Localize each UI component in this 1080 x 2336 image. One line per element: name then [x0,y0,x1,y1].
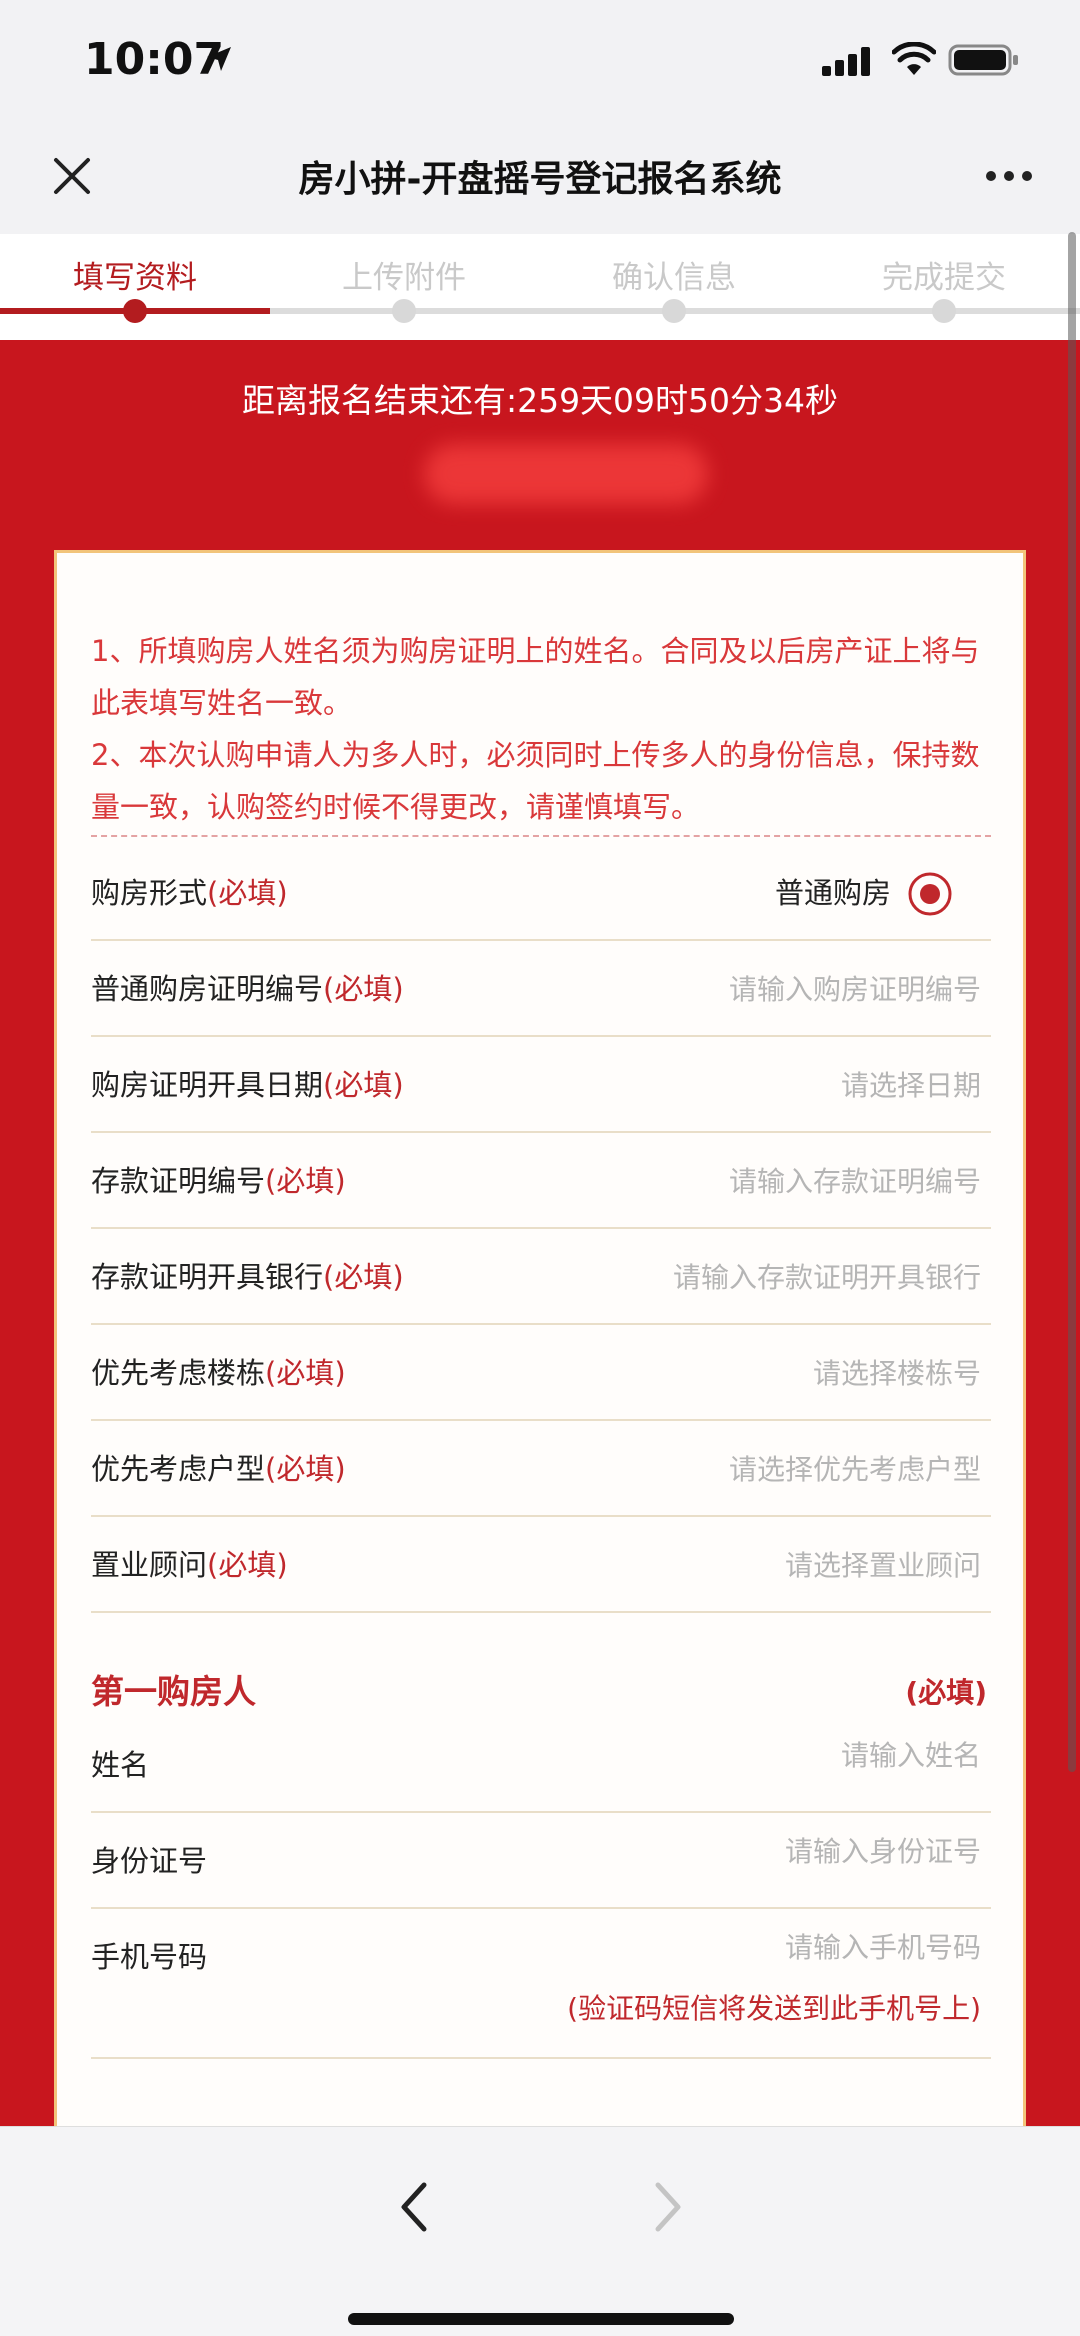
consultant-label: 置业顾问(必填) [91,1548,288,1582]
step-dot-3 [662,299,686,323]
buyer1-id-input[interactable] [541,1813,981,1889]
step-submit: 完成提交 [882,260,1006,296]
buyer1-name-row: 姓名 [91,1717,991,1813]
buyer1-section-title: 第一购房人 [91,1672,256,1711]
buyer1-id-row: 身份证号 [91,1813,991,1909]
radio-selected-icon[interactable] [907,871,953,917]
unit-type-select[interactable] [541,1421,981,1517]
consultant-row: 置业顾问(必填) [91,1517,991,1613]
building-row: 优先考虑楼栋(必填) [91,1325,991,1421]
buyer1-required-mark: (必填) [905,1676,987,1709]
unit-type-label: 优先考虑户型(必填) [91,1452,346,1486]
step-dot-4 [932,299,956,323]
scrollbar[interactable] [1068,232,1076,1772]
purchase-type-row[interactable]: 购房形式(必填) 普通购房 [91,845,991,941]
back-arrow-icon[interactable] [394,2179,434,2235]
consultant-select[interactable] [541,1517,981,1613]
progress-stepper: 填写资料 上传附件 确认信息 完成提交 [0,234,1080,340]
buyer1-phone-row: 手机号码 (验证码短信将发送到此手机号上) [91,1909,991,2059]
deposit-bank-label: 存款证明开具银行(必填) [91,1260,404,1294]
page-title: 房小拼-开盘摇号登记报名系统 [298,159,782,200]
notice-text: 1、所填购房人姓名须为购房证明上的姓名。合同及以后房产证上将与此表填写姓名一致。… [91,625,991,833]
buyer1-id-label: 身份证号 [91,1844,208,1878]
step-dot-1 [123,299,147,323]
step-dot-2 [392,299,416,323]
purchase-type-value: 普通购房 [774,876,891,910]
forward-arrow-icon[interactable] [648,2179,688,2235]
battery-icon [948,44,1018,76]
location-arrow-icon [207,47,231,71]
notice-line-1: 1、所填购房人姓名须为购房证明上的姓名。合同及以后房产证上将与此表填写姓名一致。 [91,634,980,720]
certificate-date-picker[interactable] [541,1037,981,1133]
browser-toolbar [0,2126,1080,2336]
redacted-area [424,444,708,504]
deposit-bank-input[interactable] [541,1229,981,1325]
nav-bar: 房小拼-开盘摇号登记报名系统 [0,124,1080,234]
notice-line-2: 2、本次认购申请人为多人时，必须同时上传多人的身份信息，保持数量一致，认购签约时… [91,738,980,824]
registration-panel: 距离报名结束还有:259天09时50分34秒 1、所填购房人姓名须为购房证明上的… [0,340,1080,2227]
deposit-no-row: 存款证明编号(必填) [91,1133,991,1229]
certificate-no-input[interactable] [541,941,981,1037]
wifi-icon [892,42,936,75]
buyer1-phone-input[interactable] [541,1909,981,1985]
purchase-type-label: 购房形式(必填) [91,876,288,910]
countdown-text: 距离报名结束还有:259天09时50分34秒 [241,381,839,420]
more-icon[interactable] [984,168,1034,184]
building-select[interactable] [541,1325,981,1421]
certificate-no-label: 普通购房证明编号(必填) [91,972,404,1006]
building-label: 优先考虑楼栋(必填) [91,1356,346,1390]
certificate-no-row: 普通购房证明编号(必填) [91,941,991,1037]
notice-divider [91,835,991,837]
status-bar: 10:07 [0,0,1080,124]
form-card: 1、所填购房人姓名须为购房证明上的姓名。合同及以后房产证上将与此表填写姓名一致。… [54,550,1026,2227]
phone-sms-note: (验证码短信将发送到此手机号上) [567,1992,981,2025]
step-fill-info: 填写资料 [73,260,197,296]
deposit-bank-row: 存款证明开具银行(必填) [91,1229,991,1325]
buyer1-phone-label: 手机号码 [91,1940,208,1974]
certificate-date-label: 购房证明开具日期(必填) [91,1068,404,1102]
unit-type-row: 优先考虑户型(必填) [91,1421,991,1517]
step-upload-attachments: 上传附件 [342,260,466,296]
buyer1-name-input[interactable] [541,1717,981,1793]
certificate-date-row: 购房证明开具日期(必填) [91,1037,991,1133]
cellular-signal-icon [822,47,870,76]
home-indicator [348,2313,734,2325]
deposit-no-input[interactable] [541,1133,981,1229]
step-confirm-info: 确认信息 [612,260,736,296]
buyer1-name-label: 姓名 [91,1748,150,1782]
deposit-no-label: 存款证明编号(必填) [91,1164,346,1198]
